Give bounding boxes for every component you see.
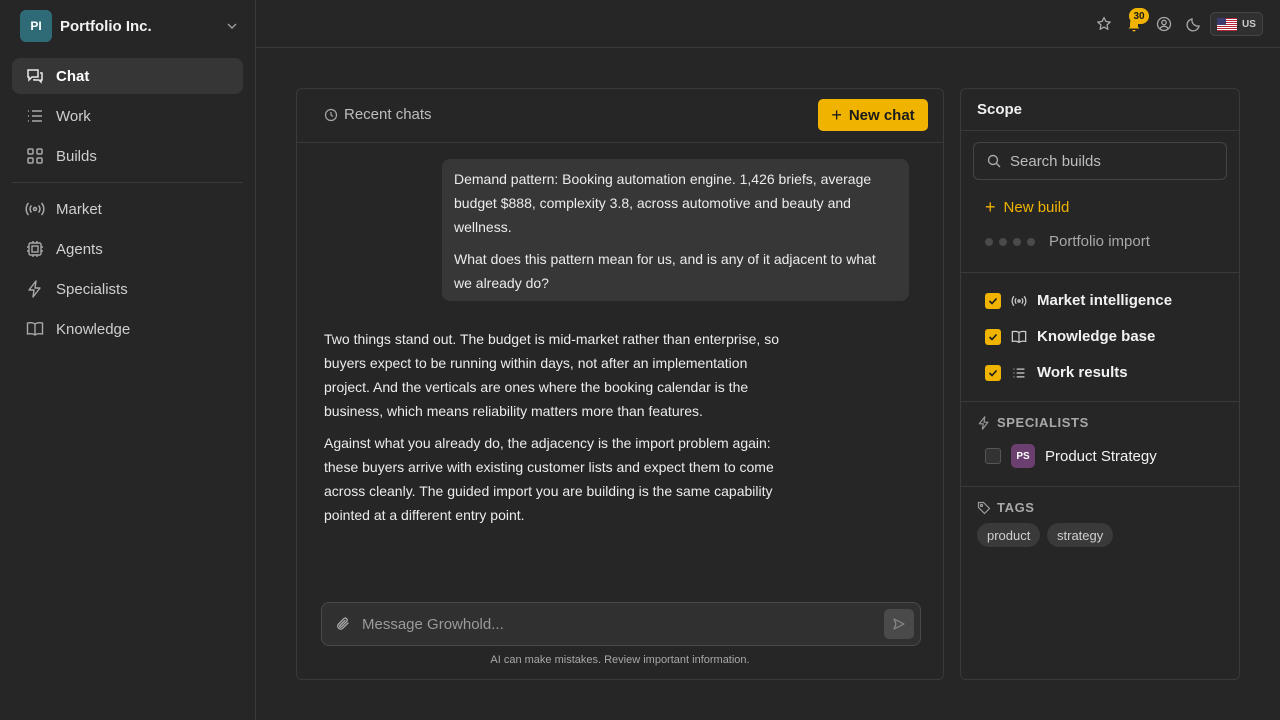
tags-heading: TAGS bbox=[977, 500, 1035, 515]
new-build-button[interactable]: + New build bbox=[985, 197, 1069, 218]
assistant-message: Two things stand out. The budget is mid-… bbox=[324, 327, 789, 527]
paperclip-icon[interactable] bbox=[334, 615, 352, 633]
nav-label: Work bbox=[56, 107, 91, 125]
send-button[interactable] bbox=[884, 609, 914, 639]
org-name: Portfolio Inc. bbox=[60, 17, 152, 35]
locale-switcher[interactable]: US bbox=[1210, 12, 1263, 36]
scope-panel: Scope Search builds + New build Portfoli… bbox=[960, 88, 1240, 680]
nav-item-chat[interactable]: Chat bbox=[12, 58, 243, 94]
message-paragraph: Two things stand out. The budget is mid-… bbox=[324, 331, 779, 419]
book-icon bbox=[25, 319, 45, 339]
scope-title: Scope bbox=[977, 101, 1023, 118]
nav-item-agents[interactable]: Agents bbox=[12, 231, 243, 267]
org-switcher[interactable]: PI Portfolio Inc. bbox=[20, 10, 240, 42]
nav-item-market[interactable]: Market bbox=[12, 191, 243, 227]
topbar: 30 US bbox=[256, 0, 1280, 48]
source-work-results[interactable]: Work results bbox=[985, 364, 1128, 381]
message-composer bbox=[321, 602, 921, 646]
plus-icon: + bbox=[831, 104, 842, 125]
clock-icon bbox=[324, 108, 338, 121]
org-avatar: PI bbox=[20, 10, 52, 42]
message-paragraph: Against what you already do, the adjacen… bbox=[324, 435, 774, 523]
book-icon bbox=[1011, 329, 1027, 345]
checkbox-checked[interactable] bbox=[985, 292, 1001, 309]
source-market-intelligence[interactable]: Market intelligence bbox=[985, 292, 1172, 309]
nav-label: Chat bbox=[56, 67, 90, 85]
nav-label: Market bbox=[56, 200, 102, 218]
new-build-label: New build bbox=[1003, 199, 1070, 216]
list-icon bbox=[1011, 365, 1027, 381]
nav-label: Builds bbox=[56, 147, 97, 165]
divider bbox=[961, 486, 1239, 487]
divider bbox=[961, 401, 1239, 402]
nav-item-builds[interactable]: Builds bbox=[12, 138, 243, 174]
specialists-heading-label: SPECIALISTS bbox=[997, 415, 1089, 430]
loading-dots-icon bbox=[985, 237, 1041, 246]
bolt-icon bbox=[978, 415, 989, 430]
nav-item-specialists[interactable]: Specialists bbox=[12, 271, 243, 307]
import-label: Portfolio import bbox=[1049, 233, 1150, 250]
tags-heading-label: TAGS bbox=[997, 500, 1035, 515]
new-chat-label: New chat bbox=[848, 106, 915, 124]
portfolio-import-item[interactable]: Portfolio import bbox=[985, 233, 1150, 250]
broadcast-icon bbox=[1011, 293, 1027, 309]
source-label: Market intelligence bbox=[1037, 292, 1173, 309]
user-message: Demand pattern: Booking automation engin… bbox=[442, 159, 909, 301]
specialist-avatar: PS bbox=[1011, 444, 1035, 468]
checkbox-checked[interactable] bbox=[985, 328, 1001, 345]
plus-icon: + bbox=[985, 197, 996, 217]
specialist-product-strategy[interactable]: PS Product Strategy bbox=[985, 444, 1157, 468]
message-paragraph: What does this pattern mean for us, and … bbox=[454, 251, 876, 291]
nav-label: Agents bbox=[56, 240, 103, 258]
divider bbox=[961, 130, 1239, 131]
broadcast-icon bbox=[25, 199, 45, 219]
sidebar: PI Portfolio Inc. Chat Work Builds Marke… bbox=[0, 0, 256, 720]
nav-item-knowledge[interactable]: Knowledge bbox=[12, 311, 243, 347]
cpu-icon bbox=[25, 239, 45, 259]
message-input[interactable] bbox=[362, 615, 884, 633]
tag-chip[interactable]: strategy bbox=[1047, 523, 1114, 547]
locale-label: US bbox=[1242, 18, 1256, 30]
chevron-down-icon bbox=[227, 23, 237, 30]
new-chat-button[interactable]: + New chat bbox=[818, 99, 928, 131]
us-flag-icon bbox=[1217, 17, 1237, 31]
checkbox-unchecked[interactable] bbox=[985, 448, 1001, 464]
recent-chats-button[interactable]: Recent chats bbox=[324, 106, 432, 123]
tag-icon bbox=[977, 501, 991, 514]
nav-label: Specialists bbox=[56, 280, 128, 298]
moon-icon[interactable] bbox=[1184, 14, 1204, 34]
chat-header: Recent chats + New chat bbox=[297, 89, 943, 143]
chat-panel: Recent chats + New chat Demand pattern: … bbox=[296, 88, 944, 680]
bolt-icon bbox=[25, 279, 45, 299]
tag-chip[interactable]: product bbox=[977, 523, 1041, 547]
recent-chats-label: Recent chats bbox=[344, 106, 432, 123]
source-knowledge-base[interactable]: Knowledge base bbox=[985, 328, 1155, 345]
nav-item-work[interactable]: Work bbox=[12, 98, 243, 134]
checkbox-checked[interactable] bbox=[985, 364, 1001, 381]
disclaimer: AI can make mistakes. Review important i… bbox=[490, 654, 750, 666]
notification-badge: 30 bbox=[1129, 8, 1149, 24]
source-label: Knowledge base bbox=[1037, 328, 1156, 345]
nav-divider bbox=[12, 182, 243, 183]
chat-icon bbox=[25, 66, 45, 86]
list-icon bbox=[25, 106, 45, 126]
star-icon[interactable] bbox=[1094, 14, 1114, 34]
source-label: Work results bbox=[1037, 364, 1128, 381]
search-placeholder: Search builds bbox=[1010, 152, 1101, 170]
send-icon bbox=[893, 618, 905, 630]
specialists-heading: SPECIALISTS bbox=[977, 415, 1089, 430]
nav-label: Knowledge bbox=[56, 320, 131, 338]
search-icon bbox=[987, 154, 1001, 168]
message-paragraph: Demand pattern: Booking automation engin… bbox=[454, 171, 872, 235]
divider bbox=[961, 272, 1239, 273]
grid-icon bbox=[25, 146, 45, 166]
search-builds-input[interactable]: Search builds bbox=[973, 142, 1227, 180]
specialist-label: Product Strategy bbox=[1045, 447, 1157, 465]
user-circle-icon[interactable] bbox=[1154, 14, 1174, 34]
